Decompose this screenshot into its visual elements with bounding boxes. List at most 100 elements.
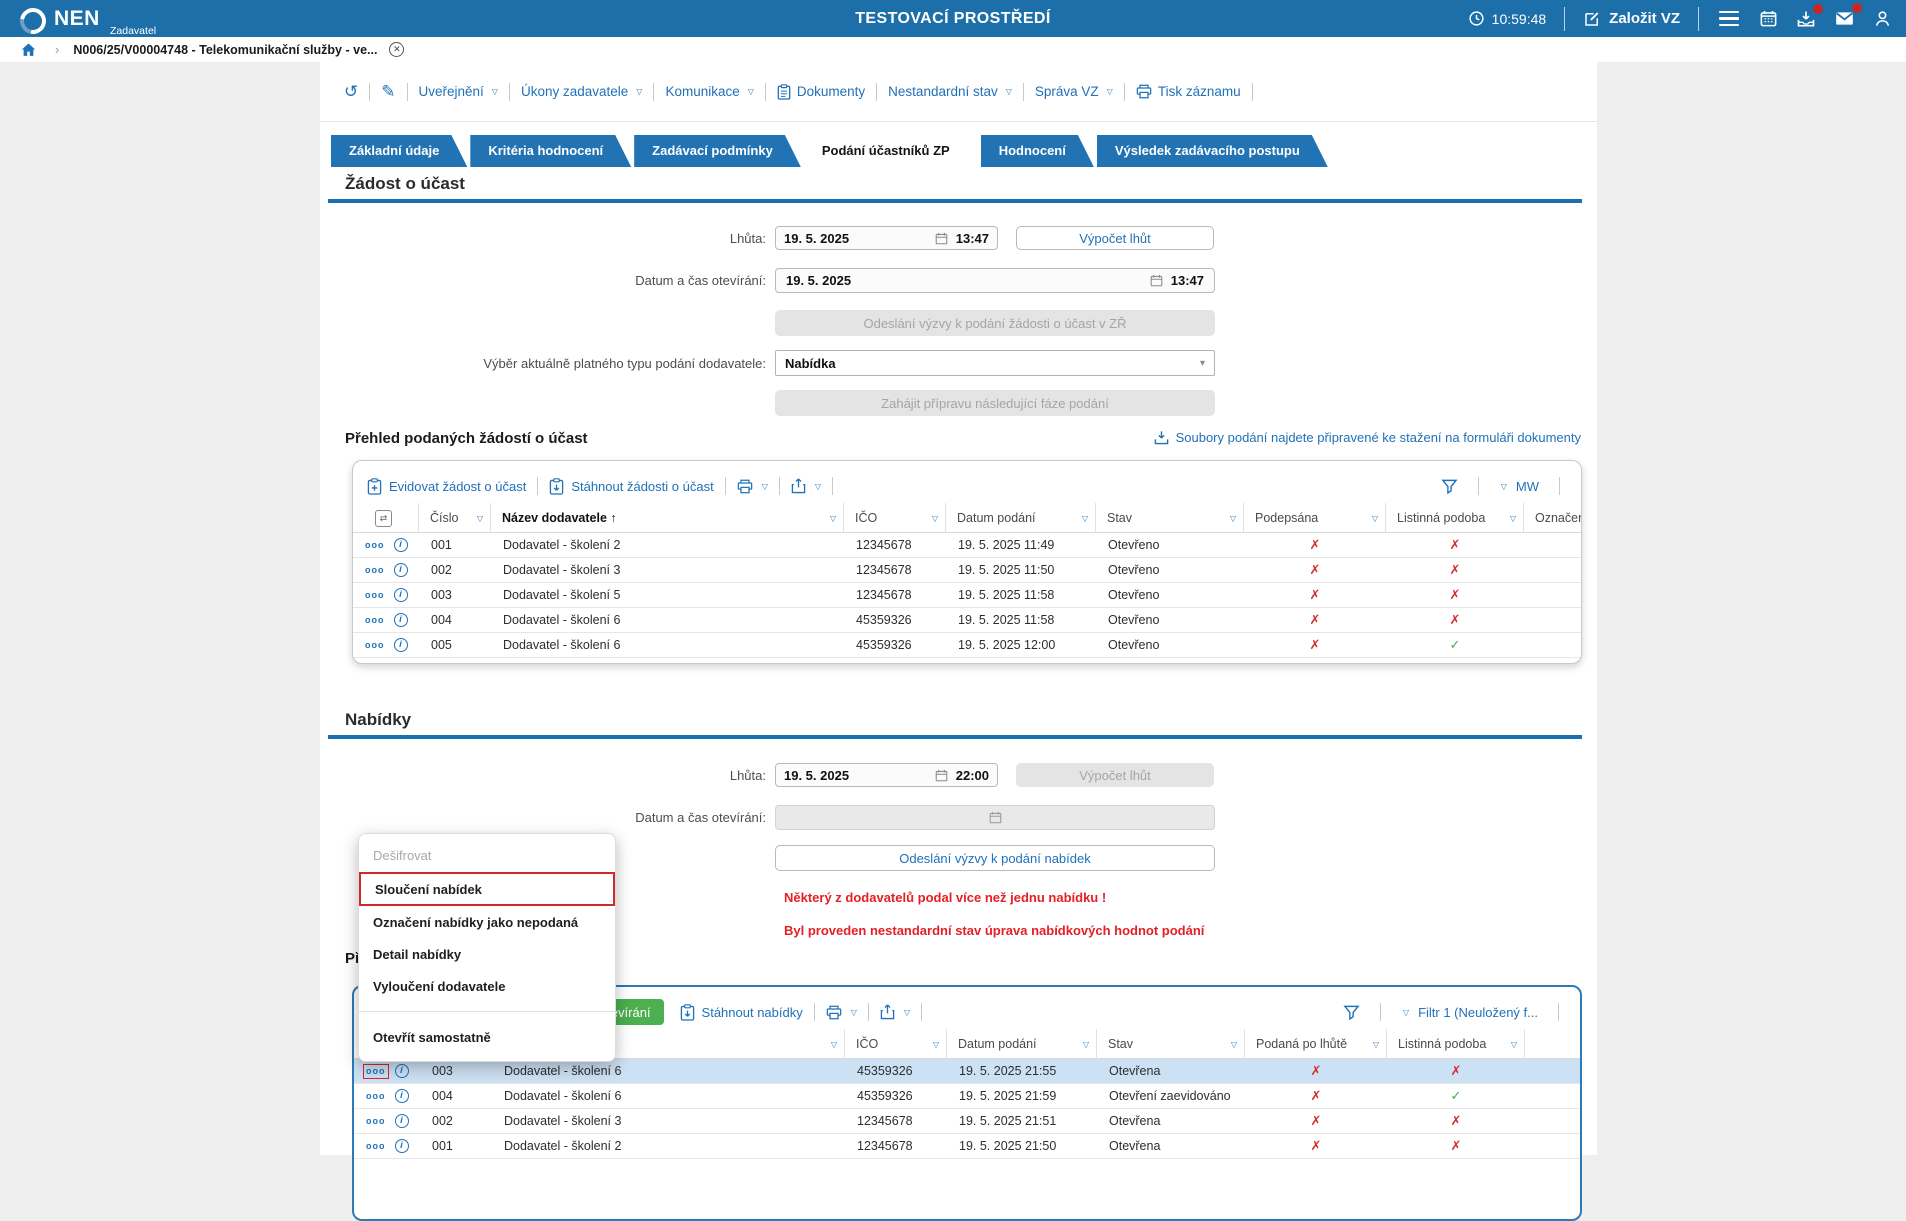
menu-item-vylouceni-dodavatele[interactable]: Vyloučení dodavatele xyxy=(359,970,615,1002)
menu-dokumenty[interactable]: Dokumenty xyxy=(777,84,865,100)
filter-chevron-icon[interactable]: ▽ xyxy=(1082,514,1088,523)
filter-chevron-icon[interactable]: ▽ xyxy=(932,514,938,523)
top-bar: NEN Zadavatel TESTOVACÍ PROSTŘEDÍ 10:59:… xyxy=(0,0,1906,37)
table-row[interactable]: oooi 003Dodavatel - školení 5 1234567819… xyxy=(353,583,1581,608)
signed-mark: ✗ xyxy=(1244,537,1386,553)
table-row[interactable]: oooi 004Dodavatel - školení 6 4535932619… xyxy=(354,1084,1580,1109)
menu-item-otevrit-samostatne[interactable]: Otevřít samostatně xyxy=(359,1021,615,1053)
row-menu-button[interactable]: ooo xyxy=(365,616,385,625)
evidovat-zadost-button[interactable]: Evidovat žádost o účast xyxy=(367,478,526,495)
tab-kriteria-hodnoceni[interactable]: Kritéria hodnocení xyxy=(470,135,631,167)
row-menu-button[interactable]: ooo xyxy=(365,541,385,550)
create-vz-button[interactable]: Založit VZ xyxy=(1583,10,1680,28)
lhuta-datetime-input[interactable]: 19. 5. 2025 13:47 xyxy=(775,226,998,250)
export-table-button[interactable]: ▽ xyxy=(880,1004,910,1020)
stahnout-zadosti-button[interactable]: Stáhnout žádosti o účast xyxy=(549,478,713,495)
menu-sprava-vz[interactable]: Správa VZ▽ xyxy=(1035,84,1113,99)
row-menu-button[interactable]: ooo xyxy=(365,591,385,600)
command-toolbar: ↺ ✎ Uveřejnění▽ Úkony zadavatele▽ Komuni… xyxy=(320,62,1597,122)
table-row[interactable]: oooi 001Dodavatel - školení 2 1234567819… xyxy=(354,1134,1580,1159)
menu-item-oznaceni-nepodana[interactable]: Označení nabídky jako nepodaná xyxy=(359,906,615,938)
info-icon[interactable]: i xyxy=(394,613,408,627)
menu-komunikace[interactable]: Komunikace▽ xyxy=(665,84,753,99)
table-row-selected[interactable]: oooi 003Dodavatel - školení 6 4535932619… xyxy=(354,1059,1580,1084)
menu-nestandardni-stav[interactable]: Nestandardní stav▽ xyxy=(888,84,1012,99)
messages-button[interactable] xyxy=(1834,8,1855,29)
profile-button[interactable] xyxy=(1873,9,1892,28)
tab-zadavaci-podminky[interactable]: Zadávací podmínky xyxy=(634,135,801,167)
hamburger-menu-button[interactable] xyxy=(1717,9,1741,29)
row-menu-button[interactable]: ooo xyxy=(365,641,385,650)
tab-hodnoceni[interactable]: Hodnocení xyxy=(981,135,1094,167)
row-menu-button-active[interactable]: ooo xyxy=(366,1067,386,1076)
filter-chevron-icon[interactable]: ▽ xyxy=(1230,514,1236,523)
table-row[interactable]: oooi 004Dodavatel - školení 6 4535932619… xyxy=(353,608,1581,633)
table-row[interactable]: oooi 001Dodavatel - školení 2 1234567819… xyxy=(353,533,1581,558)
warning-multiple-offers: Některý z dodavatelů podal více než jedn… xyxy=(784,890,1106,905)
info-icon[interactable]: i xyxy=(394,538,408,552)
tab-zakladni-udaje[interactable]: Základní údaje xyxy=(331,135,467,167)
breadcrumb-item[interactable]: N006/25/V00004748 - Telekomunikační služ… xyxy=(73,43,377,57)
stahnout-nabidky-button[interactable]: Stáhnout nabídky xyxy=(680,1004,803,1021)
saved-filter-label[interactable]: Filtr 1 (Neuložený f... xyxy=(1418,1005,1538,1020)
vypocet-lhut-button[interactable]: Výpočet lhůt xyxy=(1016,226,1214,250)
print-table-button[interactable]: ▽ xyxy=(826,1005,857,1020)
info-icon[interactable]: i xyxy=(394,638,408,652)
menu-tisk-zaznamu[interactable]: Tisk záznamu xyxy=(1136,84,1241,99)
row-menu-button[interactable]: ooo xyxy=(365,566,385,575)
menu-ukony-zadavatele[interactable]: Úkony zadavatele▽ xyxy=(521,84,642,99)
late-mark: ✗ xyxy=(1245,1088,1387,1104)
export-table-button[interactable]: ▽ xyxy=(791,478,821,494)
filter-chevron-icon[interactable]: ▽ xyxy=(1373,1040,1379,1049)
late-mark: ✗ xyxy=(1245,1113,1387,1129)
menu-uverejneni[interactable]: Uveřejnění▽ xyxy=(419,84,498,99)
home-button[interactable] xyxy=(20,41,37,58)
downloads-button[interactable] xyxy=(1796,9,1816,29)
column-settings-icon[interactable]: ⇄ xyxy=(375,510,392,527)
open-datetime-label: Datum a čas otevírání: xyxy=(320,273,775,288)
filter-icon[interactable] xyxy=(1441,478,1458,495)
late-mark: ✗ xyxy=(1245,1138,1387,1154)
calendar-button[interactable] xyxy=(1759,9,1778,28)
filter-chevron-icon[interactable]: ▽ xyxy=(477,514,483,523)
table-row[interactable]: oooi 005Dodavatel - školení 6 4535932619… xyxy=(353,633,1581,658)
offers-lhuta-datetime-input[interactable]: 19. 5. 2025 22:00 xyxy=(775,763,998,787)
info-icon[interactable]: i xyxy=(395,1139,409,1153)
tab-vysledek-zadavaciho-postupu[interactable]: Výsledek zadávacího postupu xyxy=(1097,135,1328,167)
filter-chevron-icon[interactable]: ▽ xyxy=(1231,1040,1237,1049)
filter-chevron-icon[interactable]: ▽ xyxy=(1083,1040,1089,1049)
filter-icon[interactable] xyxy=(1343,1004,1360,1021)
filter-chevron-icon[interactable]: ▽ xyxy=(1511,1040,1517,1049)
row-menu-button[interactable]: ooo xyxy=(366,1092,386,1101)
saved-filter-label[interactable]: MW xyxy=(1516,479,1539,494)
info-icon[interactable]: i xyxy=(395,1114,409,1128)
tab-podani-ucastniku-zp[interactable]: Podání účastníků ZP xyxy=(804,135,978,167)
table-row[interactable]: oooi 002Dodavatel - školení 3 1234567819… xyxy=(354,1109,1580,1134)
chevron-down-icon: ▽ xyxy=(1107,87,1113,96)
table-row[interactable]: oooi 002Dodavatel - školení 3 1234567819… xyxy=(353,558,1581,583)
send-offers-request-button[interactable]: Odeslání výzvy k podání nabídek xyxy=(775,845,1215,871)
open-datetime-input[interactable]: 19. 5. 2025 13:47 xyxy=(775,268,1215,293)
filter-chevron-icon[interactable]: ▽ xyxy=(831,1040,837,1049)
menu-item-detail-nabidky[interactable]: Detail nabídky xyxy=(359,938,615,970)
info-icon[interactable]: i xyxy=(394,563,408,577)
print-table-button[interactable]: ▽ xyxy=(737,479,768,494)
edit-record-button[interactable]: ✎ xyxy=(381,83,395,100)
row-menu-button[interactable]: ooo xyxy=(366,1117,386,1126)
submission-type-select[interactable]: Nabídka ▾ xyxy=(775,350,1215,376)
refresh-button[interactable]: ↺ xyxy=(344,83,358,100)
filter-chevron-icon[interactable]: ▽ xyxy=(933,1040,939,1049)
filter-chevron-icon[interactable]: ▽ xyxy=(1510,514,1516,523)
menu-item-slouceni-nabidek[interactable]: Sloučení nabídek xyxy=(359,872,615,906)
breadcrumb-close-button[interactable]: ✕ xyxy=(389,42,404,57)
filter-chevron-icon[interactable]: ▽ xyxy=(830,514,836,523)
info-icon[interactable]: i xyxy=(394,588,408,602)
filter-chevron-icon[interactable]: ▽ xyxy=(1372,514,1378,523)
info-icon[interactable]: i xyxy=(395,1089,409,1103)
info-icon[interactable]: i xyxy=(395,1064,409,1078)
chevron-down-icon: ▽ xyxy=(636,87,642,96)
submission-files-link[interactable]: Soubory podání najdete připravené ke sta… xyxy=(1154,430,1581,445)
row-menu-button[interactable]: ooo xyxy=(366,1142,386,1151)
late-mark: ✗ xyxy=(1245,1063,1387,1079)
share-icon xyxy=(791,478,806,494)
